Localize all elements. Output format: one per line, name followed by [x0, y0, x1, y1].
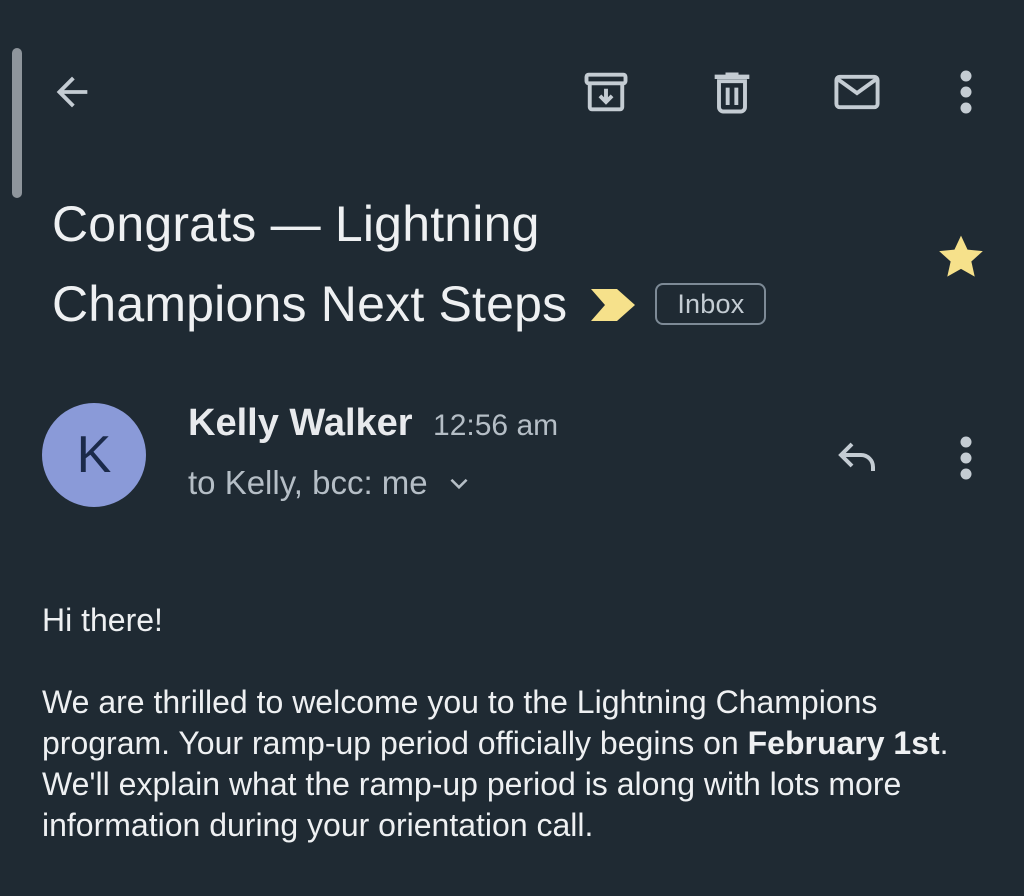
importance-marker[interactable]: [591, 264, 636, 344]
more-vert-icon: [960, 436, 972, 480]
sent-time: 12:56 am: [433, 409, 559, 442]
subject-line-1: Congrats — Lightning: [52, 196, 540, 252]
star-button[interactable]: [934, 230, 988, 289]
reply-button[interactable]: [826, 428, 890, 484]
greeting: Hi there!: [42, 602, 163, 638]
recipients-toggle[interactable]: to Kelly, bcc: me: [188, 464, 472, 502]
start-date: February 1st: [747, 725, 940, 761]
message-more-button[interactable]: [944, 430, 988, 486]
subject-line-2-text: Champions Next Steps: [52, 276, 568, 332]
star-icon: [939, 235, 983, 277]
archive-button[interactable]: [576, 62, 636, 122]
more-options-button[interactable]: [944, 62, 988, 122]
importance-icon: [591, 288, 636, 321]
reply-icon: [838, 442, 875, 471]
avatar[interactable]: K: [42, 403, 146, 507]
back-button[interactable]: [44, 64, 100, 120]
body-paragraph: We are thrilled to welcome you to the Li…: [42, 682, 992, 846]
mark-unread-button[interactable]: [826, 62, 888, 122]
inbox-label-chip[interactable]: Inbox: [655, 282, 767, 325]
more-vert-icon: [960, 70, 972, 114]
sender-name[interactable]: Kelly Walker: [188, 402, 413, 444]
mail-icon: [834, 74, 880, 110]
archive-icon: [584, 72, 628, 112]
email-subject: Congrats — Lightning Champions Next Step…: [52, 184, 912, 348]
delete-button[interactable]: [702, 62, 762, 122]
email-body: Hi there! We are thrilled to welcome you…: [42, 600, 992, 887]
subject-line-2: Champions Next Steps Inbox: [52, 264, 912, 348]
email-view: Congrats — Lightning Champions Next Step…: [0, 0, 1024, 896]
recipients-text: to Kelly, bcc: me: [188, 464, 428, 501]
arrow-left-icon: [56, 76, 88, 108]
sender-line: Kelly Walker 12:56 am: [188, 402, 558, 445]
scrollbar[interactable]: [12, 48, 22, 198]
trash-icon: [714, 72, 750, 114]
chevron-down-icon: [450, 478, 468, 490]
